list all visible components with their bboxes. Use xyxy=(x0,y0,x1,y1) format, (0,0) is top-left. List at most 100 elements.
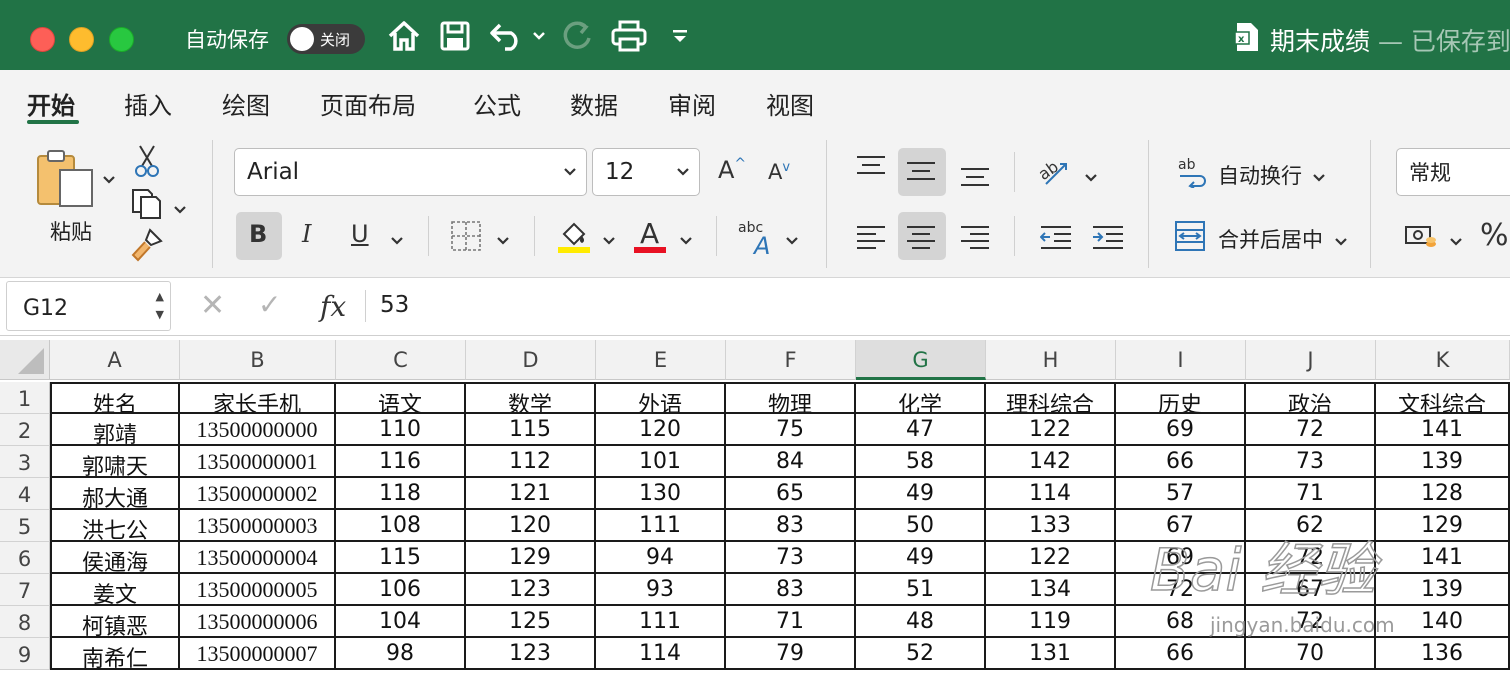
fill-color-dropdown-chevron-icon[interactable] xyxy=(602,231,616,250)
cell-h6[interactable]: 122 xyxy=(986,542,1116,574)
name-box-stepper-icon[interactable]: ▲ ▼ xyxy=(156,288,164,324)
cell-h8[interactable]: 119 xyxy=(986,606,1116,638)
row-header-6[interactable]: 6 xyxy=(0,542,50,574)
tab-insert[interactable]: 插入 xyxy=(124,86,172,121)
cell-h7[interactable]: 134 xyxy=(986,574,1116,606)
cell-f9[interactable]: 79 xyxy=(726,638,856,670)
cell-f8[interactable]: 71 xyxy=(726,606,856,638)
cell-g9[interactable]: 52 xyxy=(856,638,986,670)
cell-f1[interactable]: 物理 xyxy=(726,382,856,414)
accounting-format-icon[interactable] xyxy=(1404,222,1440,256)
align-bottom-icon[interactable] xyxy=(960,166,990,194)
tab-data[interactable]: 数据 xyxy=(570,86,618,121)
autosave-toggle[interactable]: 关闭 xyxy=(287,24,365,54)
cell-i7[interactable]: 72 xyxy=(1116,574,1246,606)
close-window-button[interactable] xyxy=(30,27,55,52)
cell-d2[interactable]: 115 xyxy=(466,414,596,446)
cell-h1[interactable]: 理科综合 xyxy=(986,382,1116,414)
tab-draw[interactable]: 绘图 xyxy=(222,86,270,121)
cell-i9[interactable]: 66 xyxy=(1116,638,1246,670)
borders-icon[interactable] xyxy=(450,220,482,256)
cell-e9[interactable]: 114 xyxy=(596,638,726,670)
cell-c6[interactable]: 115 xyxy=(336,542,466,574)
copy-dropdown-chevron-icon[interactable] xyxy=(173,200,187,219)
cell-h2[interactable]: 122 xyxy=(986,414,1116,446)
fill-color-icon[interactable] xyxy=(556,218,592,258)
decrease-font-size-icon[interactable]: Av xyxy=(768,160,790,184)
cell-k8[interactable]: 140 xyxy=(1376,606,1510,638)
cell-f7[interactable]: 83 xyxy=(726,574,856,606)
cell-g4[interactable]: 49 xyxy=(856,478,986,510)
wrap-text-dropdown-chevron-icon[interactable] xyxy=(1312,168,1326,187)
decrease-indent-icon[interactable] xyxy=(1039,224,1072,254)
cell-d9[interactable]: 123 xyxy=(466,638,596,670)
cell-c1[interactable]: 语文 xyxy=(336,382,466,414)
wrap-text-label[interactable]: 自动换行 xyxy=(1218,160,1302,190)
cell-b8[interactable]: 13500000006 xyxy=(180,606,336,638)
font-color-dropdown-chevron-icon[interactable] xyxy=(679,231,693,250)
cell-j2[interactable]: 72 xyxy=(1246,414,1376,446)
cell-j3[interactable]: 73 xyxy=(1246,446,1376,478)
align-middle-icon[interactable] xyxy=(906,160,936,188)
cell-a2[interactable]: 郭靖 xyxy=(50,414,180,446)
cell-h5[interactable]: 133 xyxy=(986,510,1116,542)
cell-d8[interactable]: 125 xyxy=(466,606,596,638)
column-header-i[interactable]: I xyxy=(1116,340,1246,380)
cell-e1[interactable]: 外语 xyxy=(596,382,726,414)
cell-b4[interactable]: 13500000002 xyxy=(180,478,336,510)
cell-k4[interactable]: 128 xyxy=(1376,478,1510,510)
column-header-b[interactable]: B xyxy=(180,340,336,380)
insert-function-button[interactable]: fx xyxy=(320,290,346,323)
cell-b6[interactable]: 13500000004 xyxy=(180,542,336,574)
column-header-c[interactable]: C xyxy=(336,340,466,380)
cell-e5[interactable]: 111 xyxy=(596,510,726,542)
font-name-dropdown[interactable]: Arial xyxy=(234,148,587,196)
tab-review[interactable]: 审阅 xyxy=(668,86,716,121)
cell-j8[interactable]: 72 xyxy=(1246,606,1376,638)
undo-icon[interactable] xyxy=(488,16,524,56)
cell-d5[interactable]: 120 xyxy=(466,510,596,542)
cell-b3[interactable]: 13500000001 xyxy=(180,446,336,478)
cell-j5[interactable]: 62 xyxy=(1246,510,1376,542)
paste-button[interactable] xyxy=(36,148,98,214)
font-size-dropdown[interactable]: 12 xyxy=(592,148,700,196)
merge-center-icon[interactable] xyxy=(1174,220,1206,256)
align-center-icon[interactable] xyxy=(906,224,936,254)
cell-g3[interactable]: 58 xyxy=(856,446,986,478)
merge-center-dropdown-chevron-icon[interactable] xyxy=(1334,232,1348,251)
row-header-1[interactable]: 1 xyxy=(0,382,50,414)
row-header-2[interactable]: 2 xyxy=(0,414,50,446)
row-header-5[interactable]: 5 xyxy=(0,510,50,542)
save-icon[interactable] xyxy=(438,16,472,56)
percent-style-button[interactable]: % xyxy=(1480,218,1509,253)
cell-b9[interactable]: 13500000007 xyxy=(180,638,336,670)
cell-i4[interactable]: 57 xyxy=(1116,478,1246,510)
cell-d6[interactable]: 129 xyxy=(466,542,596,574)
tab-home[interactable]: 开始 xyxy=(27,86,75,121)
align-top-icon[interactable] xyxy=(856,154,886,182)
cell-k3[interactable]: 139 xyxy=(1376,446,1510,478)
cell-a3[interactable]: 郭啸天 xyxy=(50,446,180,478)
italic-button[interactable]: I xyxy=(302,220,311,248)
tab-view[interactable]: 视图 xyxy=(766,86,814,121)
select-all-button[interactable] xyxy=(0,340,50,380)
redo-icon[interactable] xyxy=(560,16,596,56)
increase-font-size-icon[interactable]: A^ xyxy=(718,156,746,184)
copy-icon[interactable] xyxy=(130,188,164,224)
row-header-4[interactable]: 4 xyxy=(0,478,50,510)
row-header-9[interactable]: 9 xyxy=(0,638,50,670)
row-header-3[interactable]: 3 xyxy=(0,446,50,478)
spreadsheet-grid[interactable]: A B C D E F G H I J K 1 姓名 家长手机 语文 数学 外语 物理 化学 理科综合 历史 政治 文科综合… xyxy=(0,340,1510,674)
cell-c8[interactable]: 104 xyxy=(336,606,466,638)
orientation-dropdown-chevron-icon[interactable] xyxy=(1084,168,1098,187)
cell-j9[interactable]: 70 xyxy=(1246,638,1376,670)
cell-j7[interactable]: 67 xyxy=(1246,574,1376,606)
cell-c7[interactable]: 106 xyxy=(336,574,466,606)
home-icon[interactable] xyxy=(386,16,422,56)
font-color-icon[interactable]: A xyxy=(634,217,668,258)
cell-f6[interactable]: 73 xyxy=(726,542,856,574)
cancel-formula-icon[interactable]: ✕ xyxy=(200,288,225,323)
column-header-g[interactable]: G xyxy=(856,340,986,380)
zoom-window-button[interactable] xyxy=(109,27,134,52)
cell-d3[interactable]: 112 xyxy=(466,446,596,478)
